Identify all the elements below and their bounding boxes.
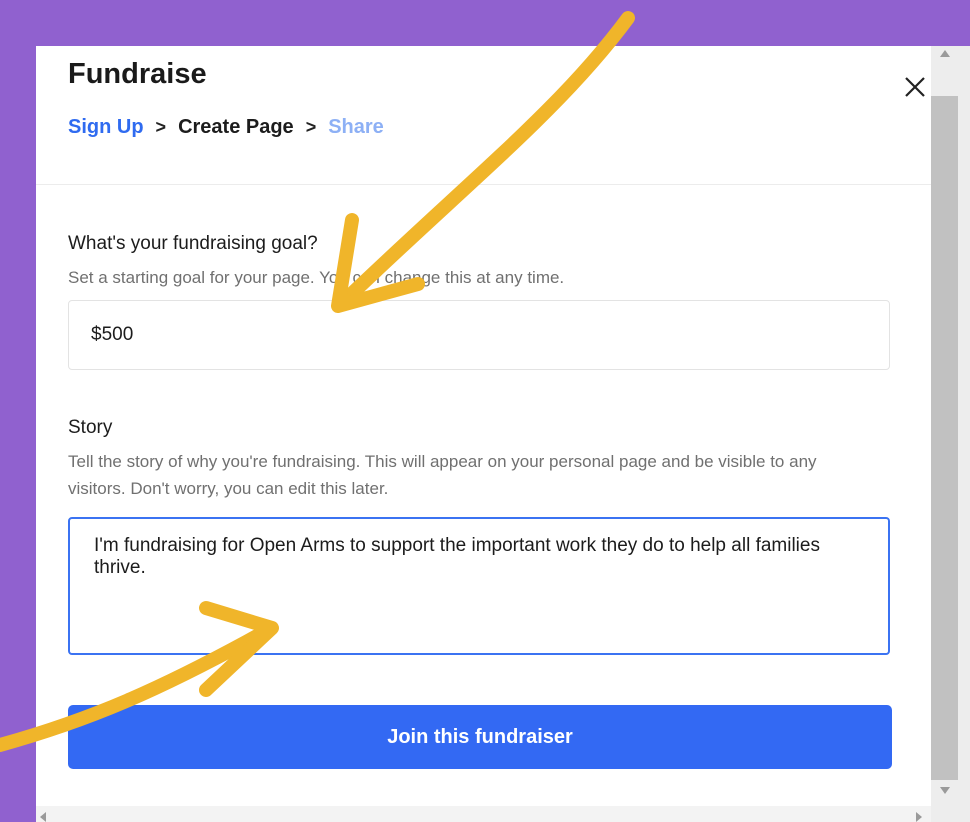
goal-label: What's your fundraising goal?	[68, 233, 318, 254]
goal-input[interactable]	[68, 300, 890, 370]
story-textarea[interactable]: I'm fundraising for Open Arms to support…	[68, 517, 890, 655]
scroll-right-arrow-icon[interactable]	[916, 812, 922, 822]
close-icon[interactable]	[902, 74, 928, 100]
goal-help-text: Set a starting goal for your page. You c…	[68, 268, 565, 287]
chevron-right-icon: >	[155, 117, 167, 137]
join-fundraiser-button[interactable]: Join this fundraiser	[68, 705, 892, 769]
story-label: Story	[68, 417, 113, 438]
scroll-down-arrow-icon[interactable]	[940, 787, 950, 794]
breadcrumb: Sign Up > Create Page > Share	[68, 116, 384, 139]
scroll-up-arrow-icon[interactable]	[940, 50, 950, 57]
breadcrumb-step-create-page: Create Page	[178, 116, 294, 138]
chevron-right-icon: >	[305, 117, 317, 137]
story-help-text: Tell the story of why you're fundraising…	[68, 452, 817, 498]
vertical-scrollbar-thumb[interactable]	[931, 96, 958, 780]
fundraise-modal: Fundraise Sign Up > Create Page > Share …	[36, 46, 931, 822]
modal-title: Fundraise	[68, 58, 207, 90]
header-divider	[36, 184, 931, 185]
horizontal-scrollbar[interactable]	[36, 806, 931, 822]
breadcrumb-step-share: Share	[328, 116, 384, 138]
breadcrumb-step-sign-up[interactable]: Sign Up	[68, 116, 144, 139]
scroll-left-arrow-icon[interactable]	[40, 812, 46, 822]
